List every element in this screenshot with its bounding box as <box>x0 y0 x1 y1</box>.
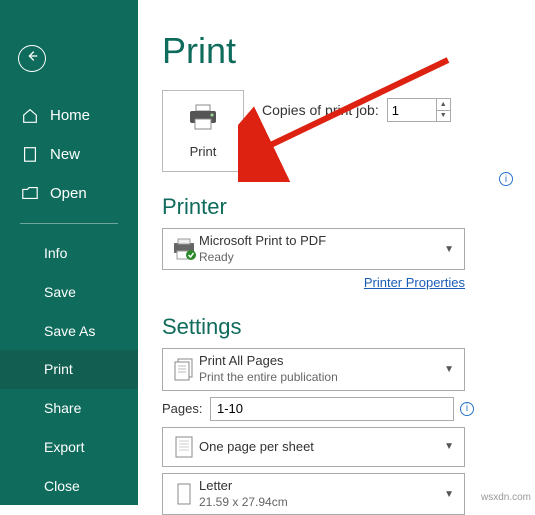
range-title: Print All Pages <box>199 353 440 370</box>
chevron-down-icon: ▼ <box>440 364 458 375</box>
sidebar-item-new[interactable]: New <box>0 135 138 174</box>
copies-spinner[interactable]: ▲ ▼ <box>437 98 451 122</box>
sidebar-label: Export <box>44 439 84 455</box>
sidebar-label: Save As <box>44 323 95 339</box>
paper-title: Letter <box>199 478 440 495</box>
open-icon <box>20 183 40 203</box>
sidebar-item-save[interactable]: Save <box>0 272 138 311</box>
printer-name: Microsoft Print to PDF <box>199 233 440 250</box>
copies-label: Copies of print job: <box>262 102 379 118</box>
layout-title: One page per sheet <box>199 439 440 456</box>
printer-icon <box>186 103 220 136</box>
main-panel: Print Print Copies of print job: ▲ ▼ <box>138 0 535 505</box>
chevron-down-icon: ▼ <box>440 489 458 500</box>
pages-label: Pages: <box>162 401 210 416</box>
page-layout-icon <box>169 434 199 460</box>
sidebar-label: Home <box>50 107 90 124</box>
chevron-down-icon: ▼ <box>440 244 458 255</box>
sidebar-item-info[interactable]: Info <box>0 234 138 273</box>
sidebar-label: Share <box>44 400 81 416</box>
chevron-down-icon: ▼ <box>440 441 458 452</box>
paper-size-icon <box>169 481 199 507</box>
printer-dropdown[interactable]: Microsoft Print to PDF Ready ▼ <box>162 228 465 270</box>
info-icon[interactable]: i <box>499 172 513 186</box>
sidebar-label: New <box>50 146 80 163</box>
printer-section-title: Printer <box>162 194 511 220</box>
spinner-down-icon[interactable]: ▼ <box>437 111 450 122</box>
print-button[interactable]: Print <box>162 90 244 172</box>
printer-status: Ready <box>199 250 440 266</box>
info-icon[interactable]: i <box>460 402 474 416</box>
printer-status-icon <box>169 237 199 261</box>
printer-properties-link[interactable]: Printer Properties <box>364 275 465 290</box>
sidebar-label: Close <box>44 478 80 494</box>
back-button[interactable] <box>18 45 46 72</box>
range-sub: Print the entire publication <box>199 370 440 386</box>
layout-dropdown[interactable]: One page per sheet ▼ <box>162 427 465 467</box>
backstage-sidebar: Home New Open Info Save Save As Print Sh… <box>0 0 138 505</box>
copies-input[interactable] <box>387 98 437 122</box>
paper-dropdown[interactable]: Letter 21.59 x 27.94cm ▼ <box>162 473 465 515</box>
sidebar-label: Save <box>44 284 76 300</box>
sidebar-item-saveas[interactable]: Save As <box>0 311 138 350</box>
pages-icon <box>169 357 199 383</box>
paper-sub: 21.59 x 27.94cm <box>199 495 440 511</box>
sidebar-label: Info <box>44 245 67 261</box>
sidebar-item-close[interactable]: Close <box>0 466 138 505</box>
sidebar-item-share[interactable]: Share <box>0 389 138 428</box>
sidebar-item-print[interactable]: Print <box>0 350 138 389</box>
back-arrow-icon <box>25 49 39 68</box>
watermark: wsxdn.com <box>481 492 531 503</box>
sidebar-label: Print <box>44 361 73 377</box>
print-range-dropdown[interactable]: Print All Pages Print the entire publica… <box>162 348 465 390</box>
pages-input[interactable] <box>210 397 454 421</box>
sidebar-item-home[interactable]: Home <box>0 96 138 135</box>
sidebar-item-export[interactable]: Export <box>0 427 138 466</box>
spinner-up-icon[interactable]: ▲ <box>437 99 450 111</box>
sidebar-label: Open <box>50 185 87 202</box>
home-icon <box>20 106 40 126</box>
new-icon <box>20 144 40 164</box>
page-title: Print <box>162 30 511 72</box>
settings-section-title: Settings <box>162 314 511 340</box>
sidebar-item-open[interactable]: Open <box>0 174 138 213</box>
print-button-label: Print <box>190 144 217 159</box>
sidebar-divider <box>20 223 118 224</box>
